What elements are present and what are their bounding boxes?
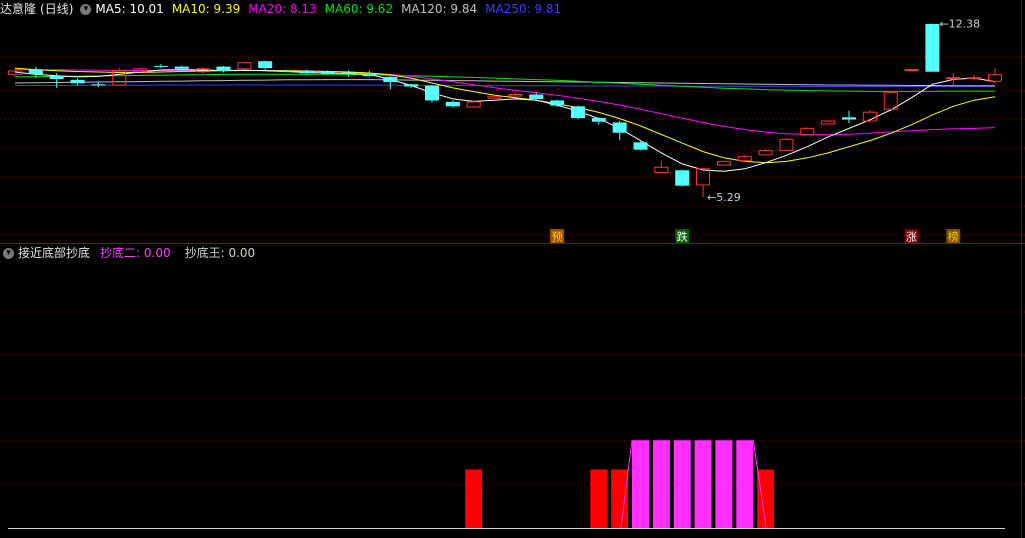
ma-legend-value: 9.84 xyxy=(450,2,478,16)
candle-body xyxy=(550,100,565,106)
period-label: (日线) xyxy=(40,2,74,16)
ma-legend-value: 9.62 xyxy=(366,2,394,16)
candle-body xyxy=(946,77,961,80)
candle-body xyxy=(153,65,168,67)
ma-legend-value: 9.39 xyxy=(213,2,241,16)
candle-body xyxy=(821,120,836,125)
sub-header: ▾ 接近底部抄底 抄底二: 0.00 抄底王: 0.00 xyxy=(0,244,267,262)
sub-legend-item: 抄底王: 0.00 xyxy=(184,246,256,260)
ma-legend-value: 10.01 xyxy=(129,2,164,16)
signal-marker-text: 跌 xyxy=(677,230,688,244)
candle-body xyxy=(758,149,773,156)
indicator-bar xyxy=(736,440,754,528)
grid-lines xyxy=(0,0,1025,538)
indicator-name: 接近底部抄底 xyxy=(18,246,91,260)
indicator-bar xyxy=(715,440,733,528)
series-ma10-line xyxy=(14,67,996,164)
candle-body xyxy=(675,170,690,186)
candle-body xyxy=(383,76,398,83)
ma-legend-item: MA5: 10.01 xyxy=(95,2,164,16)
candle-body xyxy=(904,69,919,72)
sub-panel xyxy=(8,440,1005,529)
indicator-bar xyxy=(632,440,649,528)
candle-body xyxy=(612,122,627,133)
main-header: 达意隆 (日线) ▾ MA5: 10.01 MA10: 9.39 MA20: 8.13 MA… xyxy=(0,0,573,18)
candle-body xyxy=(404,84,419,87)
candlestick-series xyxy=(8,23,1002,198)
ma-legend-value: 9.81 xyxy=(534,2,562,16)
high-price-label: ←12.38 xyxy=(939,17,980,30)
chart-canvas: 预 跌 涨 榜 ←12.38 ←5.29 xyxy=(0,0,1025,538)
candle-body xyxy=(70,79,85,84)
candle-body xyxy=(633,142,648,150)
series-ma20-line xyxy=(15,69,996,136)
candle-body xyxy=(216,66,231,72)
candle-body xyxy=(987,74,1002,82)
indicator-bar xyxy=(673,440,691,528)
candle-body xyxy=(466,101,481,108)
indicator-bar xyxy=(652,440,670,528)
candle-body xyxy=(237,62,252,70)
candle-body xyxy=(654,166,669,173)
candle-body xyxy=(299,71,314,74)
sub-legend-item: 抄底二: 0.00 xyxy=(100,246,171,260)
ma-legend: MA5: 10.01 MA10: 9.39 MA20: 8.13 MA60: 9.62… xyxy=(95,2,569,16)
candle-body xyxy=(716,160,731,166)
moving-average-lines xyxy=(14,67,996,172)
candle-body xyxy=(842,117,856,120)
candle-body xyxy=(91,84,106,86)
candle-body xyxy=(591,118,606,122)
candle-body xyxy=(883,91,898,110)
stock-name: 达意隆 xyxy=(0,2,37,16)
sub-legend-value: 0.00 xyxy=(228,246,256,260)
candle-body xyxy=(925,23,940,72)
candle-body xyxy=(341,72,356,74)
chevron-down-icon[interactable]: ▾ xyxy=(3,248,14,259)
chevron-down-icon[interactable]: ▾ xyxy=(80,4,92,15)
sub-legend-value: 0.00 xyxy=(143,246,171,260)
indicator-bar xyxy=(465,469,483,528)
low-price-label: ←5.29 xyxy=(707,191,741,204)
candle-body xyxy=(174,66,189,69)
candle-body xyxy=(279,71,294,73)
candle-body xyxy=(445,101,460,107)
candle-body xyxy=(258,61,273,69)
candle-body xyxy=(49,75,64,80)
candle-body xyxy=(737,155,752,162)
candle-body xyxy=(362,73,377,77)
signal-markers: 预跌涨榜 xyxy=(550,229,961,244)
ma-legend-item: MA20: 8.13 xyxy=(248,2,317,16)
ma-legend-item: MA120: 9.84 xyxy=(401,2,478,16)
ma-legend-value: 8.13 xyxy=(289,2,317,16)
candle-body xyxy=(28,69,43,75)
signal-marker-text: 预 xyxy=(552,231,563,244)
candle-body xyxy=(112,70,127,86)
sub-legend: 抄底二: 0.00 抄底王: 0.00 xyxy=(94,246,263,260)
ma-legend-item: MA10: 9.39 xyxy=(171,2,241,16)
signal-marker-text: 涨 xyxy=(906,231,917,244)
ma-legend-item: MA60: 9.62 xyxy=(324,2,394,16)
candle-body xyxy=(508,94,523,97)
candle-body xyxy=(529,94,544,99)
candle-body xyxy=(320,71,335,74)
ma-legend-item: MA250: 9.81 xyxy=(485,2,562,16)
indicator-bar xyxy=(611,469,629,528)
candle-body xyxy=(967,77,982,80)
indicator-bar xyxy=(590,469,608,528)
indicator-bar xyxy=(694,440,712,528)
indicator-bar xyxy=(757,469,775,528)
signal-marker-text: 榜 xyxy=(948,230,959,244)
candle-body xyxy=(425,85,439,101)
candle-body xyxy=(779,138,794,151)
candle-body xyxy=(487,96,502,99)
candle-body xyxy=(570,106,585,119)
candle-body xyxy=(696,168,711,186)
